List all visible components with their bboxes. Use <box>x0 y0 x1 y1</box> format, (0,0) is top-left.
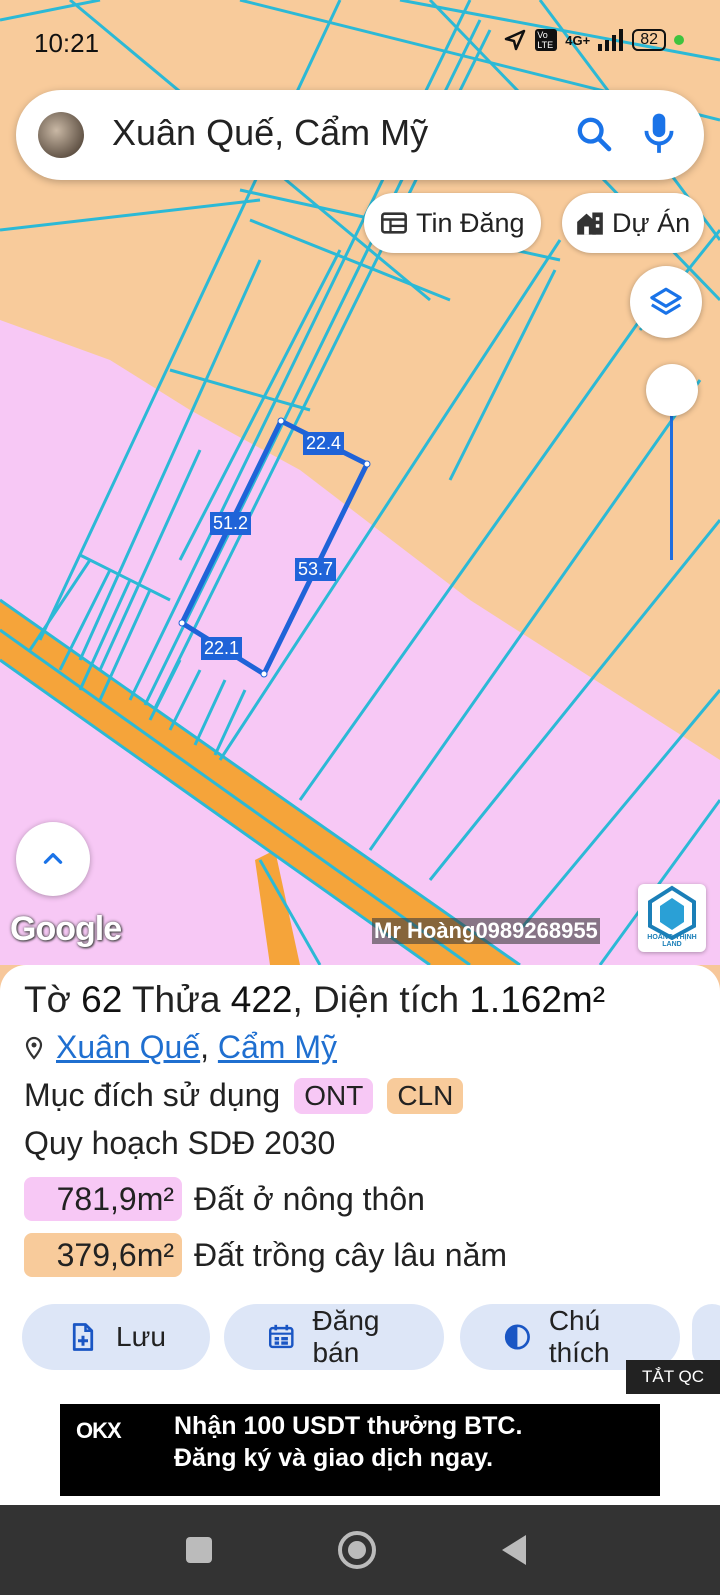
mic-icon[interactable] <box>642 112 676 156</box>
brand-logo-icon <box>648 885 696 941</box>
expand-button[interactable] <box>16 822 90 896</box>
area-value: 1.162m² <box>469 979 606 1020</box>
file-add-icon <box>72 1323 94 1351</box>
calendar-list-icon <box>268 1324 294 1349</box>
edge-label-top: 22.4 <box>303 432 345 455</box>
post-sale-button[interactable]: Đăng bán <box>224 1304 444 1370</box>
volte-icon: Vo LTE <box>535 29 558 51</box>
zone-label: Đất trồng cây lâu năm <box>194 1236 508 1273</box>
zone-area: 379,6m² <box>24 1233 182 1277</box>
search-icon[interactable] <box>574 114 614 154</box>
zone-area: 781,9m² <box>24 1177 182 1221</box>
ad-brand-logo: OKX <box>76 1418 122 1443</box>
save-button-label: Lưu <box>116 1321 166 1352</box>
search-bar[interactable]: Xuân Quế, Cẩm Mỹ <box>16 90 704 180</box>
address-row: Xuân Quế, Cẩm Mỹ <box>24 1029 337 1066</box>
ad-banner[interactable]: OKX Nhận 100 USDT thưởng BTC. Đăng ký và… <box>60 1404 660 1496</box>
area-label: , Diện tích <box>292 979 460 1020</box>
edge-label-right: 53.7 <box>295 558 337 581</box>
active-dot-icon <box>674 35 684 45</box>
district-link[interactable]: Cẩm Mỹ <box>218 1029 337 1065</box>
opacity-slider-track[interactable] <box>670 400 673 560</box>
parcel-title: Tờ 62 Thửa 422, Diện tích 1.162m² <box>24 979 605 1021</box>
sheet-label: Tờ <box>24 979 71 1020</box>
ad-line-2: Đăng ký và giao dịch ngay. <box>174 1444 494 1472</box>
system-nav-bar <box>0 1505 720 1595</box>
chevron-up-icon <box>43 853 63 864</box>
ad-line-1: Nhận 100 USDT thưởng BTC. <box>174 1412 523 1440</box>
recents-button[interactable] <box>186 1537 212 1563</box>
sheet-number: 62 <box>81 979 123 1020</box>
layers-button[interactable] <box>630 266 702 338</box>
contrast-icon <box>504 1324 530 1350</box>
purpose-row: Mục đích sử dụng ONT CLN <box>24 1077 464 1114</box>
listings-chip-label: Tin Đăng <box>416 207 525 238</box>
purpose-label: Mục đích sử dụng <box>24 1077 281 1113</box>
status-icons: Vo LTE 4G+ 82 <box>503 28 684 52</box>
avatar[interactable] <box>38 112 84 158</box>
location-arrow-icon <box>505 29 526 51</box>
plot-label: Thửa <box>131 979 221 1020</box>
plan-label: Quy hoạch SDĐ 2030 <box>24 1125 336 1161</box>
commune-link[interactable]: Xuân Quế <box>56 1029 200 1065</box>
brand-logo[interactable]: HOÀNG THỊNH LAND <box>638 884 706 952</box>
status-bar: 10:21 Vo LTE 4G+ 82 <box>0 0 720 80</box>
purpose-tag-cln: CLN <box>387 1077 464 1114</box>
network-label: 4G+ <box>565 32 591 48</box>
layers-icon <box>650 287 682 315</box>
watermark-text: Mr Hoàng0989268955 <box>372 918 600 944</box>
zone-label: Đất ở nông thôn <box>194 1180 425 1217</box>
listings-chip[interactable]: Tin Đăng <box>364 193 541 253</box>
search-input[interactable]: Xuân Quế, Cẩm Mỹ <box>112 112 428 154</box>
post-sale-button-label: Đăng bán <box>312 1305 380 1368</box>
edge-label-left: 51.2 <box>210 512 252 535</box>
location-pin-icon <box>25 1036 43 1060</box>
zone-row: 379,6m² Đất trồng cây lâu năm <box>24 1233 507 1277</box>
back-button[interactable] <box>502 1535 526 1565</box>
plot-number: 422 <box>230 979 293 1020</box>
opacity-slider-knob[interactable] <box>646 364 698 416</box>
status-time: 10:21 <box>34 28 100 58</box>
save-button[interactable]: Lưu <box>22 1304 210 1370</box>
building-icon <box>577 212 603 235</box>
signal-icon <box>598 29 624 51</box>
google-logo: Google <box>10 910 122 948</box>
table-icon <box>381 212 407 234</box>
brand-logo-label: HOÀNG THỊNH LAND <box>647 934 697 948</box>
home-button[interactable] <box>338 1531 376 1569</box>
ad-close-button[interactable]: TẮT QC <box>626 1360 720 1394</box>
projects-chip-label: Dự Án <box>612 207 691 238</box>
purpose-tag-ont: ONT <box>294 1077 374 1114</box>
address-separator: , <box>200 1029 209 1065</box>
edge-label-bottom: 22.1 <box>201 637 243 660</box>
projects-chip[interactable]: Dự Án <box>562 193 705 253</box>
zone-row: 781,9m² Đất ở nông thôn <box>24 1177 425 1221</box>
battery-icon: 82 <box>632 29 666 51</box>
